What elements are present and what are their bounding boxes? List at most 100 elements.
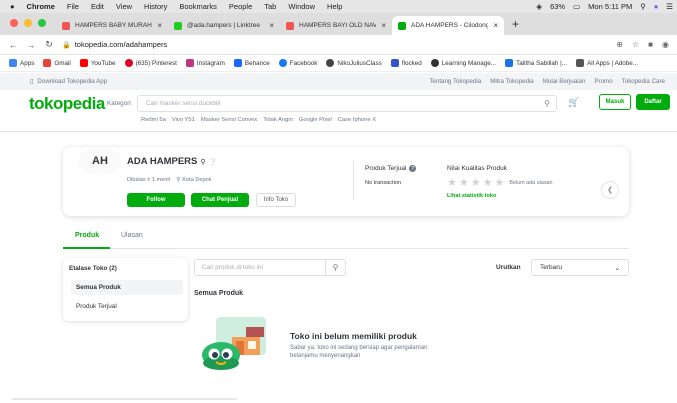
link-care[interactable]: Tokopedia Care — [622, 78, 665, 85]
kategori-menu[interactable]: Kategori — [107, 100, 131, 107]
main-search-input[interactable]: Cari masker sensi duckbill ⚲ — [137, 95, 557, 112]
window-controls — [0, 19, 56, 35]
bookmark-apps[interactable]: Apps — [9, 59, 34, 67]
bookmark-instagram[interactable]: Instagram — [185, 59, 225, 67]
bookmark-youtube[interactable]: YouTube — [79, 59, 116, 67]
menu-help[interactable]: Help — [327, 2, 342, 11]
shop-page-tabs: Produk Ulasan — [63, 226, 629, 249]
tab-close-icon[interactable]: × — [381, 21, 386, 30]
etalase-item-terjual[interactable]: Produk Terjual — [71, 299, 183, 314]
profile-icon[interactable]: ◉ — [662, 40, 669, 49]
siri-icon[interactable]: ● — [654, 2, 659, 11]
keyword-link[interactable]: Vivo Y51 — [172, 117, 195, 123]
etalase-title: Etalase Toko (2) — [69, 265, 117, 272]
bookmark-facebook[interactable]: Facebook — [278, 59, 317, 67]
extension-icon[interactable]: ■ — [648, 40, 653, 49]
follow-button[interactable]: Follow — [127, 193, 185, 207]
adobe-icon — [576, 59, 585, 67]
minimize-window-button[interactable] — [24, 19, 32, 27]
daftar-button[interactable]: Daftar — [636, 94, 670, 110]
apple-icon[interactable]: ● — [10, 2, 15, 11]
shop-meta: Dibalas ± 1 menit ⚲ Kota Depok — [127, 177, 212, 183]
browser-tab[interactable]: HAMPERS BABY MURAH BERK × — [56, 16, 168, 35]
menu-tab[interactable]: Tab — [264, 2, 276, 11]
link-mulai-berjualan[interactable]: Mulai Berjualan — [543, 78, 586, 85]
bookmark-pinterest[interactable]: (635) Pinterest — [124, 59, 177, 67]
sort-select[interactable]: Terbaru ⌄ — [531, 259, 629, 276]
link-tentang[interactable]: Tentang Tokopedia — [429, 78, 481, 85]
browser-tab[interactable]: HAMPERS BAYI OLD NAVY MU × — [280, 16, 392, 35]
rating-empty-text: Belum ada ulasan — [509, 179, 553, 186]
star-icon[interactable]: ☆ — [632, 40, 639, 49]
masuk-button[interactable]: Masuk — [599, 94, 631, 110]
forward-arrow-icon[interactable]: → — [26, 40, 36, 50]
bookmark-learning[interactable]: Learning Manage... — [430, 59, 496, 67]
mac-status-area: ◈ 63% ▭ Mon 5:11 PM ⚲ ● ☰ — [536, 0, 673, 13]
tab-close-icon[interactable]: × — [493, 21, 498, 30]
help-icon[interactable]: ? — [409, 165, 417, 172]
etalase-item-semua[interactable]: Semua Produk — [71, 280, 183, 295]
keyword-link[interactable]: Case Iphone X — [338, 117, 376, 123]
menu-bookmarks[interactable]: Bookmarks — [179, 2, 217, 11]
new-tab-button[interactable]: + — [504, 17, 527, 35]
menu-view[interactable]: View — [116, 2, 132, 11]
reload-icon[interactable]: ↻ — [44, 39, 54, 50]
clock[interactable]: Mon 5:11 PM — [588, 2, 632, 11]
info-toko-button[interactable]: Info Toko — [256, 193, 296, 207]
lihat-statistik-link[interactable]: Lihat statistik toko — [447, 193, 496, 199]
shop-header-card: AH ADA HAMPERS ⚲ ❔ Dibalas ± 1 menit ⚲ K… — [63, 147, 629, 216]
menu-edit[interactable]: Edit — [91, 2, 104, 11]
keyword-link[interactable]: Masker Sensi Convex — [201, 117, 257, 123]
bookmark-gmail[interactable]: Gmail — [43, 59, 71, 67]
address-bar[interactable]: 🔒 tokopedia.com/adahampers — [62, 40, 167, 49]
info-icon[interactable]: ❔ — [209, 158, 218, 166]
install-icon[interactable]: ⊕ — [616, 40, 623, 49]
spotlight-icon[interactable]: ⚲ — [640, 2, 646, 11]
bookmark-adobe[interactable]: All Apps | Adobe... — [576, 59, 638, 67]
chat-penjual-button[interactable]: Chat Penjual — [191, 193, 249, 207]
menu-file[interactable]: File — [67, 2, 79, 11]
lock-icon[interactable]: 🔒 — [62, 41, 71, 49]
browser-tab[interactable]: @ada.hampers | Linktree × — [168, 16, 280, 35]
zoom-window-button[interactable] — [38, 19, 46, 27]
menu-window[interactable]: Window — [288, 2, 315, 11]
shop-location: Kota Depok — [182, 177, 212, 183]
cart-icon[interactable]: 🛒 — [568, 97, 579, 108]
tab-title: HAMPERS BAYI OLD NAVY MU — [299, 22, 377, 29]
keyword-link[interactable]: Google Pixel — [299, 117, 332, 123]
chevron-down-icon: ⌄ — [614, 264, 620, 272]
back-arrow-icon[interactable]: ← — [8, 40, 18, 50]
tab-close-icon[interactable]: × — [269, 21, 274, 30]
browser-tab-active[interactable]: ADA HAMPERS - Cilodong, Ko × — [392, 16, 504, 35]
bookmark-nikojulius[interactable]: NikoJuliusClass — [326, 59, 382, 67]
menu-chrome[interactable]: Chrome — [27, 2, 55, 11]
url-text[interactable]: tokopedia.com/adahampers — [75, 40, 168, 49]
tab-ulasan[interactable]: Ulasan — [121, 232, 143, 239]
tab-close-icon[interactable]: × — [157, 21, 162, 30]
menu-history[interactable]: History — [144, 2, 167, 11]
menu-people[interactable]: People — [229, 2, 252, 11]
battery-icon: ▭ — [573, 2, 581, 11]
link-promo[interactable]: Promo — [594, 78, 612, 85]
address-bar-row: ← → ↻ 🔒 tokopedia.com/adahampers ⊕ ☆ ■ ◉ — [0, 35, 677, 55]
search-icon[interactable]: ⚲ — [544, 99, 550, 108]
keyword-link[interactable]: Redmi 5a — [141, 117, 166, 123]
shop-search-input[interactable]: Cari produk di toko ini ⚲ — [194, 259, 346, 276]
link-mitra[interactable]: Mitra Tokopedia — [490, 78, 534, 85]
bookmark-behance[interactable]: Behance — [233, 59, 270, 67]
share-icon[interactable]: ❮ — [601, 181, 619, 199]
close-window-button[interactable] — [10, 19, 18, 27]
tokopedia-logo[interactable]: tokopedia — [29, 94, 105, 114]
download-app-link[interactable]: ▯ Download Tokopedia App — [30, 78, 107, 85]
tab-produk[interactable]: Produk — [75, 232, 99, 239]
shop-avatar[interactable]: AH — [78, 147, 122, 175]
bookmark-talitha[interactable]: Talitha Sabillah |... — [505, 59, 567, 67]
keyword-link[interactable]: Tolak Angin — [263, 117, 293, 123]
pin-icon: ⚲ — [200, 158, 206, 166]
wifi-icon[interactable]: ◈ — [536, 2, 542, 11]
star-icon: ★ — [482, 177, 493, 189]
control-center-icon[interactable]: ☰ — [666, 2, 673, 11]
bookmark-flocked[interactable]: flocked — [390, 59, 422, 67]
battery-percent[interactable]: 63% — [550, 2, 565, 11]
search-icon[interactable]: ⚲ — [325, 260, 345, 275]
